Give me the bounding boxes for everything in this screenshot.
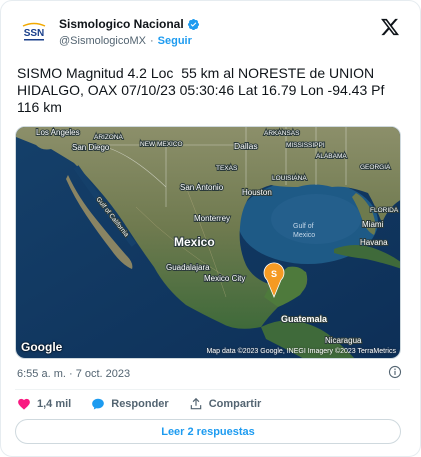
action-bar: 1,4 mil Responder Compartir — [17, 397, 281, 411]
like-count: 1,4 mil — [37, 398, 72, 410]
label-new-mexico: NEW MEXICO — [140, 141, 183, 148]
label-nicaragua: Nicaragua — [325, 336, 362, 345]
author-names: Sismologico Nacional @SismologicoMX · Se… — [59, 16, 200, 49]
heart-icon — [18, 398, 30, 410]
share-label: Compartir — [208, 398, 262, 410]
map-image[interactable]: Los Angeles ARIZONA ARKANSAS San Diego N… — [15, 126, 401, 359]
label-havana: Havana — [360, 238, 388, 247]
label-los-angeles: Los Angeles — [36, 128, 80, 137]
label-louisiana: LOUISIANA — [272, 175, 307, 182]
separator-dot: · — [149, 35, 154, 47]
google-logo: Google — [21, 340, 63, 354]
label-mexico-city: Mexico City — [204, 274, 245, 283]
label-san-diego: San Diego — [72, 143, 110, 152]
read-replies-button[interactable]: Leer 2 respuestas — [15, 419, 401, 444]
label-dallas: Dallas — [234, 141, 258, 151]
label-gulf-of-mexico-1: Gulf of — [293, 223, 314, 230]
label-houston: Houston — [242, 188, 272, 197]
share-button[interactable]: Compartir — [189, 397, 262, 411]
author-handle[interactable]: @SismologicoMX — [59, 33, 146, 49]
tweet-card: SSN Sismologico Nacional @SismologicoMX … — [0, 0, 421, 457]
label-arkansas: ARKANSAS — [264, 130, 300, 137]
reply-bubble-icon — [92, 398, 105, 410]
reply-label: Responder — [111, 398, 169, 410]
label-miami: Miami — [362, 220, 384, 229]
label-georgia: GEORGIA — [360, 164, 391, 171]
info-icon[interactable] — [388, 365, 402, 379]
x-logo-icon[interactable] — [380, 17, 400, 37]
label-mississippi: MISSISSIPPI — [286, 142, 325, 149]
like-button[interactable]: 1,4 mil — [17, 397, 71, 411]
tweet-header: SSN Sismologico Nacional @SismologicoMX … — [17, 15, 408, 55]
follow-button[interactable]: Seguir — [158, 33, 192, 49]
reply-button[interactable]: Responder — [91, 397, 169, 411]
label-san-antonio: San Antonio — [180, 183, 224, 192]
label-gulf-of-mexico-2: Mexico — [293, 232, 315, 239]
map-credit: Map data ©2023 Google, INEGI Imagery ©20… — [206, 348, 396, 355]
label-mexico: Mexico — [174, 235, 215, 249]
divider — [15, 389, 400, 390]
label-arizona: ARIZONA — [94, 134, 124, 141]
label-florida: FLORIDA — [370, 207, 399, 214]
tweet-text: SISMO Magnitud 4.2 Loc 55 km al NORESTE … — [17, 65, 389, 115]
verified-badge-icon — [187, 18, 199, 30]
marker-letter: S — [271, 269, 277, 279]
label-guatemala: Guatemala — [281, 314, 328, 324]
avatar-logo-text: SSN — [24, 28, 45, 39]
label-texas: TEXAS — [216, 165, 238, 172]
author-name[interactable]: Sismologico Nacional — [59, 16, 184, 32]
label-monterrey: Monterrey — [194, 214, 230, 223]
share-icon — [190, 397, 201, 410]
avatar[interactable]: SSN — [17, 15, 51, 49]
label-alabama: ALABAMA — [316, 153, 347, 160]
tweet-timestamp[interactable]: 6:55 a. m. · 7 oct. 2023 — [17, 368, 130, 380]
label-guadalajara: Guadalajara — [166, 263, 210, 272]
map-graphic: Los Angeles ARIZONA ARKANSAS San Diego N… — [16, 127, 400, 358]
